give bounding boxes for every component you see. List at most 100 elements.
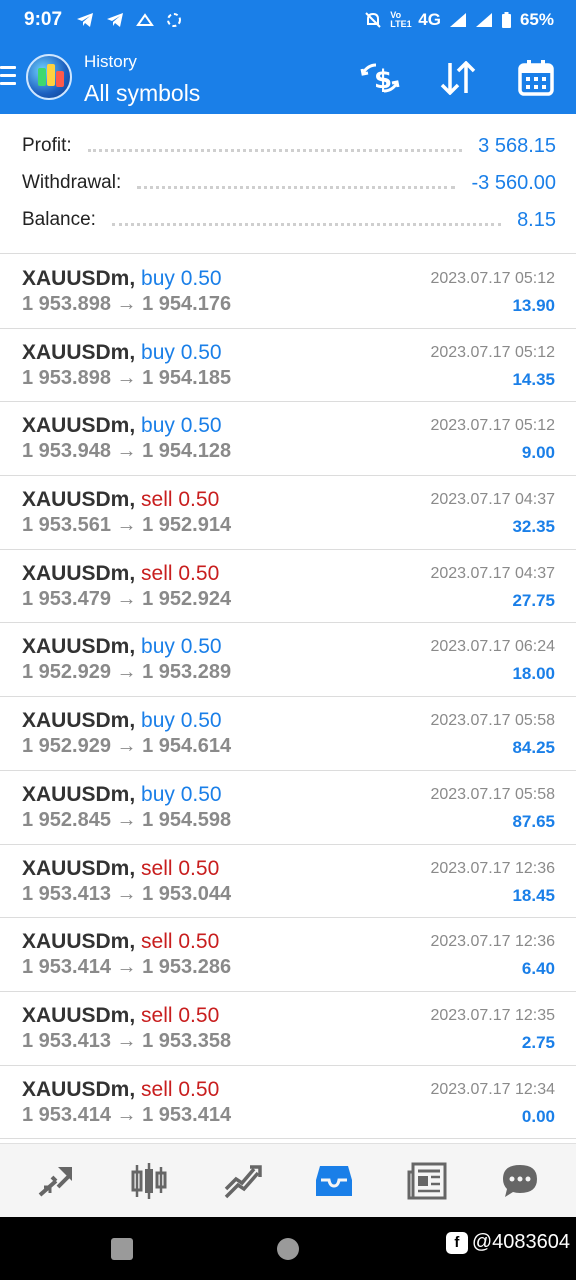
deal-symbol: XAUUSDm, buy 0.50 xyxy=(22,414,222,438)
deal-direction: buy 0.50 xyxy=(141,267,222,290)
deal-row[interactable]: XAUUSDm, sell 0.50 1 953.413 → 1 953.358 2… xyxy=(0,992,576,1066)
deal-time: 2023.07.17 05:12 xyxy=(430,270,555,287)
signal-icon xyxy=(475,13,492,27)
deal-time: 2023.07.17 04:37 xyxy=(430,564,555,582)
deal-row[interactable]: XAUUSDm, buy 0.50 1 952.845 → 1 954.598 20… xyxy=(0,771,576,845)
symbol-name: XAUUSDm, xyxy=(22,635,136,659)
deal-direction: buy 0.50 xyxy=(141,782,222,806)
symbol-name: XAUUSDm, xyxy=(22,782,136,806)
calendar-icon[interactable] xyxy=(516,58,556,98)
page-title[interactable]: All symbols xyxy=(84,80,200,107)
deal-row[interactable]: XAUUSDm, sell 0.50 1 953.414 → 1 953.414 2… xyxy=(0,1066,576,1140)
deal-symbol: XAUUSDm, buy 0.50 xyxy=(22,783,222,807)
symbol-name: XAUUSDm, xyxy=(22,340,136,364)
withdrawal-label: Withdrawal: xyxy=(22,172,122,193)
deal-row[interactable]: XAUUSDm, sell 0.50 1 953.561 → 1 952.914 2… xyxy=(0,476,576,550)
deal-row[interactable]: XAUUSDm, sell 0.50 1 953.479 → 1 952.924 2… xyxy=(0,550,576,624)
history-icon[interactable] xyxy=(309,1156,359,1206)
deal-profit: 9.00 xyxy=(521,443,555,463)
network-label: 4G xyxy=(418,10,441,29)
recents-button[interactable] xyxy=(111,1238,133,1260)
currency-exchange-icon[interactable]: $ xyxy=(360,58,400,98)
deal-direction: buy 0.50 xyxy=(141,709,222,733)
withdrawal-value: -3 560.00 xyxy=(471,171,556,194)
deal-direction: sell 0.50 xyxy=(141,856,220,880)
bottom-nav xyxy=(0,1143,576,1217)
deal-row[interactable]: XAUUSDm, buy 0.50 1 952.929 → 1 953.289 20… xyxy=(0,623,576,698)
deal-profit: 2.75 xyxy=(521,1032,555,1052)
sort-icon[interactable] xyxy=(438,58,478,98)
dotted-leader xyxy=(137,185,456,189)
deal-profit: 6.40 xyxy=(521,959,555,979)
symbol-name: XAUUSDm, xyxy=(22,488,136,512)
trade-icon[interactable] xyxy=(217,1156,267,1206)
news-icon[interactable] xyxy=(402,1156,452,1206)
deal-prices: 1 953.414 → 1 953.286 xyxy=(22,956,232,979)
deal-time: 2023.07.17 12:36 xyxy=(430,859,555,877)
deal-row[interactable]: XAUUSDm, sell 0.50 1 953.414 → 1 953.286 2… xyxy=(0,918,576,992)
app-notification-icon xyxy=(136,13,154,26)
deal-profit: 14.35 xyxy=(512,369,555,389)
notification-icons xyxy=(76,12,182,28)
telegram-icon xyxy=(77,13,94,27)
deal-direction: sell 0.50 xyxy=(141,488,220,512)
deal-time: 2023.07.17 05:12 xyxy=(430,417,555,435)
watermark-logo: f xyxy=(445,1231,468,1254)
mute-icon xyxy=(365,12,381,28)
deal-prices: 1 953.898 → 1 954.185 xyxy=(22,366,232,389)
deal-row[interactable]: XAUUSDm, buy 0.50 1 953.898 → 1 954.176 20… xyxy=(0,255,576,329)
deal-time: 2023.07.17 12:36 xyxy=(430,933,555,951)
messages-icon[interactable] xyxy=(495,1156,545,1206)
watermark-text: @4083604 xyxy=(471,1231,570,1253)
deal-row[interactable]: XAUUSDm, buy 0.50 1 953.898 → 1 954.185 20… xyxy=(0,329,576,403)
quotes-icon[interactable] xyxy=(31,1156,81,1206)
deal-direction: sell 0.50 xyxy=(141,1077,220,1101)
deal-prices: 1 953.898 → 1 954.176 xyxy=(22,293,232,315)
profit-value: 3 568.15 xyxy=(478,134,556,157)
battery-percent: 65% xyxy=(519,10,554,29)
deal-time: 2023.07.17 12:34 xyxy=(430,1080,555,1098)
status-time: 9:07 xyxy=(24,9,63,30)
deal-prices: 1 953.413 → 1 953.044 xyxy=(22,882,232,905)
deal-time: 2023.07.17 06:24 xyxy=(430,638,555,656)
deal-row[interactable]: XAUUSDm, buy 0.50 1 952.929 → 1 954.614 20… xyxy=(0,697,576,771)
menu-icon[interactable] xyxy=(0,66,16,88)
deal-symbol: XAUUSDm, sell 0.50 xyxy=(22,1078,219,1102)
symbol-name: XAUUSDm, xyxy=(22,1003,136,1027)
deal-row[interactable]: XAUUSDm, sell 0.50 1 953.413 → 1 953.044 2… xyxy=(0,845,576,919)
deal-prices: 1 953.561 → 1 952.914 xyxy=(22,514,232,537)
signal-icon xyxy=(449,13,466,27)
chart-icon[interactable] xyxy=(124,1156,174,1206)
deal-symbol: XAUUSDm, sell 0.50 xyxy=(22,562,219,586)
deal-direction: sell 0.50 xyxy=(141,1003,220,1027)
deal-direction: buy 0.50 xyxy=(141,340,222,364)
profit-label: Profit: xyxy=(22,135,72,156)
symbol-name: XAUUSDm, xyxy=(22,267,136,290)
balance-value: 8.15 xyxy=(517,208,556,231)
deal-time: 2023.07.17 05:58 xyxy=(430,712,555,730)
withdrawal-row: Withdrawal: -3 560.00 xyxy=(22,168,556,198)
telegram-icon xyxy=(107,13,124,27)
symbol-name: XAUUSDm, xyxy=(22,561,136,585)
deal-time: 2023.07.17 12:35 xyxy=(430,1006,555,1024)
deal-prices: 1 953.414 → 1 953.414 xyxy=(22,1103,232,1126)
deal-symbol: XAUUSDm, buy 0.50 xyxy=(22,341,222,365)
deal-row[interactable]: XAUUSDm, buy 0.50 1 953.948 → 1 954.128 20… xyxy=(0,402,576,477)
home-button[interactable] xyxy=(277,1238,299,1260)
symbol-name: XAUUSDm, xyxy=(22,1077,136,1101)
deal-prices: 1 952.845 → 1 954.598 xyxy=(22,808,232,831)
balance-row: Balance: 8.15 xyxy=(22,205,556,235)
watermark: f @4083604 xyxy=(445,1231,570,1254)
deal-direction: buy 0.50 xyxy=(141,414,222,438)
dotted-leader xyxy=(87,148,463,152)
deal-prices: 1 952.929 → 1 954.614 xyxy=(22,735,232,758)
deal-symbol: XAUUSDm, sell 0.50 xyxy=(22,1004,219,1028)
profit-row: Profit: 3 568.15 xyxy=(22,131,556,161)
deal-prices: 1 953.479 → 1 952.924 xyxy=(22,587,232,610)
deal-prices: 1 953.948 → 1 954.128 xyxy=(22,440,232,463)
deals-list: XAUUSDm, buy 0.50 1 953.898 → 1 954.176 20… xyxy=(0,255,576,1140)
deal-time: 2023.07.17 05:12 xyxy=(430,343,555,361)
lte-label: Vo LTE1 xyxy=(390,10,412,29)
deal-direction: sell 0.50 xyxy=(141,561,220,585)
deal-profit: 32.35 xyxy=(512,517,555,537)
